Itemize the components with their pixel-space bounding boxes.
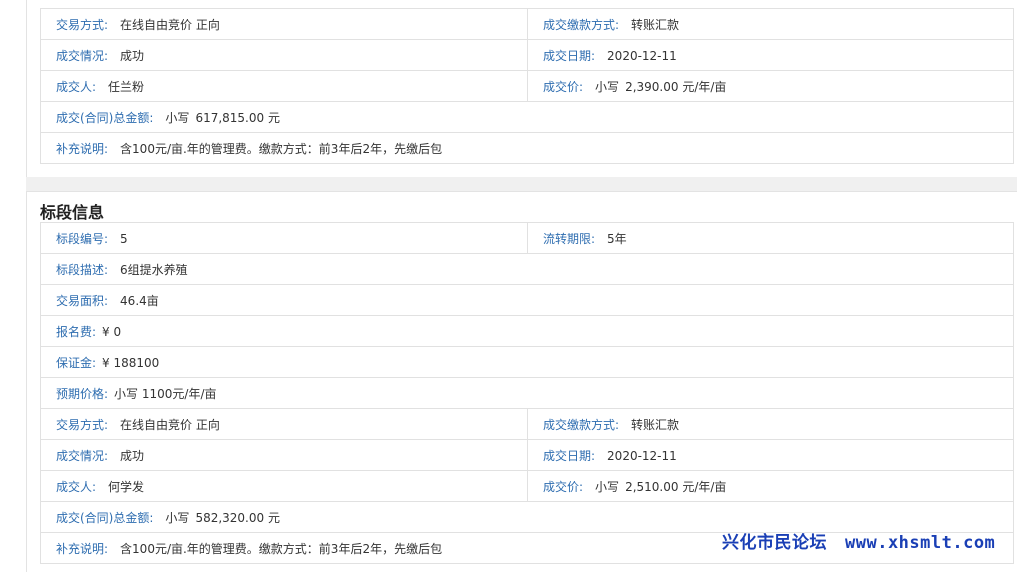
expected-price-label: 预期价格: [56, 386, 109, 401]
trade-method-value: 在线自由竞价 正向 [120, 417, 220, 432]
buyer-value: 任兰粉 [108, 79, 145, 94]
deal-price-cell: 成交价: 小写 2,390.00 元/年/亩 [527, 70, 1014, 102]
expected-price-cell: 预期价格: 小写 1100元/年/亩 [40, 377, 1014, 409]
deal-status-label: 成交情况: [56, 48, 109, 63]
buyer-label: 成交人: [56, 79, 97, 94]
deal-date-value: 2020-12-11 [607, 448, 677, 463]
note-value: 含100元/亩.年的管理费。缴款方式：前3年后2年，先缴后包 [120, 541, 443, 556]
total-amount-prefix: 小写 [165, 110, 190, 125]
registration-fee-value: ¥ 0 [102, 324, 122, 339]
payment-method-cell: 成交缴款方式: 转账汇款 [527, 408, 1014, 440]
term-label: 流转期限: [543, 231, 596, 246]
deal-date-label: 成交日期: [543, 48, 596, 63]
payment-method-label: 成交缴款方式: [543, 17, 620, 32]
payment-method-label: 成交缴款方式: [543, 417, 620, 432]
registration-fee-cell: 报名费: ¥ 0 [40, 315, 1014, 347]
deposit-label: 保证金: [56, 355, 97, 370]
deal-date-cell: 成交日期: 2020-12-11 [527, 439, 1014, 471]
watermark-name: 兴化市民论坛 [722, 533, 827, 553]
trade-method-label: 交易方式: [56, 17, 109, 32]
deal-price-cell: 成交价: 小写 2,510.00 元/年/亩 [527, 470, 1014, 502]
payment-method-cell: 成交缴款方式: 转账汇款 [527, 8, 1014, 40]
table-row: 成交情况: 成功 成交日期: 2020-12-11 [40, 39, 1014, 71]
lot-desc-label: 标段描述: [56, 262, 109, 277]
registration-fee-label: 报名费: [56, 324, 97, 339]
lot-no-cell: 标段编号: 5 [40, 222, 528, 254]
total-amount-label: 成交(合同)总金额: [56, 510, 154, 525]
table-row: 补充说明: 含100元/亩.年的管理费。缴款方式：前3年后2年，先缴后包 [40, 132, 1014, 164]
table-row: 成交人: 任兰粉 成交价: 小写 2,390.00 元/年/亩 [40, 70, 1014, 102]
deal-price-label: 成交价: [543, 479, 584, 494]
deal-date-value: 2020-12-11 [607, 48, 677, 63]
deal-price-value: 2,510.00 元/年/亩 [625, 479, 727, 494]
deal-status-cell: 成交情况: 成功 [40, 439, 528, 471]
trade-method-label: 交易方式: [56, 417, 109, 432]
trade-method-cell: 交易方式: 在线自由竞价 正向 [40, 8, 528, 40]
buyer-label: 成交人: [56, 479, 97, 494]
note-label: 补充说明: [56, 541, 109, 556]
page: 交易方式: 在线自由竞价 正向 成交缴款方式: 转账汇款 成交情况: 成功 成交日期:… [0, 0, 1017, 572]
table-row: 交易方式: 在线自由竞价 正向 成交缴款方式: 转账汇款 [40, 8, 1014, 40]
lot-info-table: 标段编号: 5 流转期限: 5年 标段描述: 6组提水养殖 交易面积: 46.4亩 报名… [40, 222, 1014, 564]
deal-price-label: 成交价: [543, 79, 584, 94]
trade-method-value: 在线自由竞价 正向 [120, 17, 220, 32]
deal-price-prefix: 小写 [595, 79, 620, 94]
forum-watermark: 兴化市民论坛 www.xhsmlt.com [722, 528, 995, 553]
lot-no-label: 标段编号: [56, 231, 109, 246]
trade-method-cell: 交易方式: 在线自由竞价 正向 [40, 408, 528, 440]
lot-desc-value: 6组提水养殖 [120, 262, 188, 277]
deal-status-label: 成交情况: [56, 448, 109, 463]
buyer-cell: 成交人: 任兰粉 [40, 70, 528, 102]
table-row: 交易面积: 46.4亩 [40, 284, 1014, 316]
total-amount-prefix: 小写 [165, 510, 190, 525]
lot-desc-cell: 标段描述: 6组提水养殖 [40, 253, 1014, 285]
deal-date-cell: 成交日期: 2020-12-11 [527, 39, 1014, 71]
total-amount-label: 成交(合同)总金额: [56, 110, 154, 125]
table-row: 标段描述: 6组提水养殖 [40, 253, 1014, 285]
watermark-site: www.xhsmlt.com [845, 533, 996, 553]
section-separator [26, 177, 1017, 192]
note-value: 含100元/亩.年的管理费。缴款方式：前3年后2年，先缴后包 [120, 141, 443, 156]
table-row: 成交(合同)总金额: 小写 617,815.00 元 [40, 101, 1014, 133]
total-amount-value: 617,815.00 元 [195, 110, 280, 125]
table-row: 预期价格: 小写 1100元/年/亩 [40, 377, 1014, 409]
deal-status-value: 成功 [120, 448, 145, 463]
area-value: 46.4亩 [120, 293, 159, 308]
total-amount-cell: 成交(合同)总金额: 小写 617,815.00 元 [40, 101, 1014, 133]
payment-method-value: 转账汇款 [631, 17, 680, 32]
table-row: 交易方式: 在线自由竞价 正向 成交缴款方式: 转账汇款 [40, 408, 1014, 440]
note-cell: 补充说明: 含100元/亩.年的管理费。缴款方式：前3年后2年，先缴后包 [40, 132, 1014, 164]
deposit-cell: 保证金: ¥ 188100 [40, 346, 1014, 378]
buyer-cell: 成交人: 何学发 [40, 470, 528, 502]
buyer-value: 何学发 [108, 479, 145, 494]
area-cell: 交易面积: 46.4亩 [40, 284, 1014, 316]
table-row: 成交情况: 成功 成交日期: 2020-12-11 [40, 439, 1014, 471]
deal-price-value: 2,390.00 元/年/亩 [625, 79, 727, 94]
deal-price-prefix: 小写 [595, 479, 620, 494]
table-row: 保证金: ¥ 188100 [40, 346, 1014, 378]
deal-date-label: 成交日期: [543, 448, 596, 463]
total-amount-value: 582,320.00 元 [195, 510, 280, 525]
section-title: 标段信息 [40, 203, 105, 222]
lot-no-value: 5 [120, 231, 128, 246]
deal-status-cell: 成交情况: 成功 [40, 39, 528, 71]
term-value: 5年 [607, 231, 627, 246]
expected-price-value: 小写 1100元/年/亩 [114, 386, 217, 401]
term-cell: 流转期限: 5年 [527, 222, 1014, 254]
table-row: 标段编号: 5 流转期限: 5年 [40, 222, 1014, 254]
note-label: 补充说明: [56, 141, 109, 156]
deal-info-table: 交易方式: 在线自由竞价 正向 成交缴款方式: 转账汇款 成交情况: 成功 成交日期:… [40, 8, 1014, 164]
area-label: 交易面积: [56, 293, 109, 308]
table-row: 成交人: 何学发 成交价: 小写 2,510.00 元/年/亩 [40, 470, 1014, 502]
deal-status-value: 成功 [120, 48, 145, 63]
table-row: 报名费: ¥ 0 [40, 315, 1014, 347]
deposit-value: ¥ 188100 [102, 355, 160, 370]
payment-method-value: 转账汇款 [631, 417, 680, 432]
